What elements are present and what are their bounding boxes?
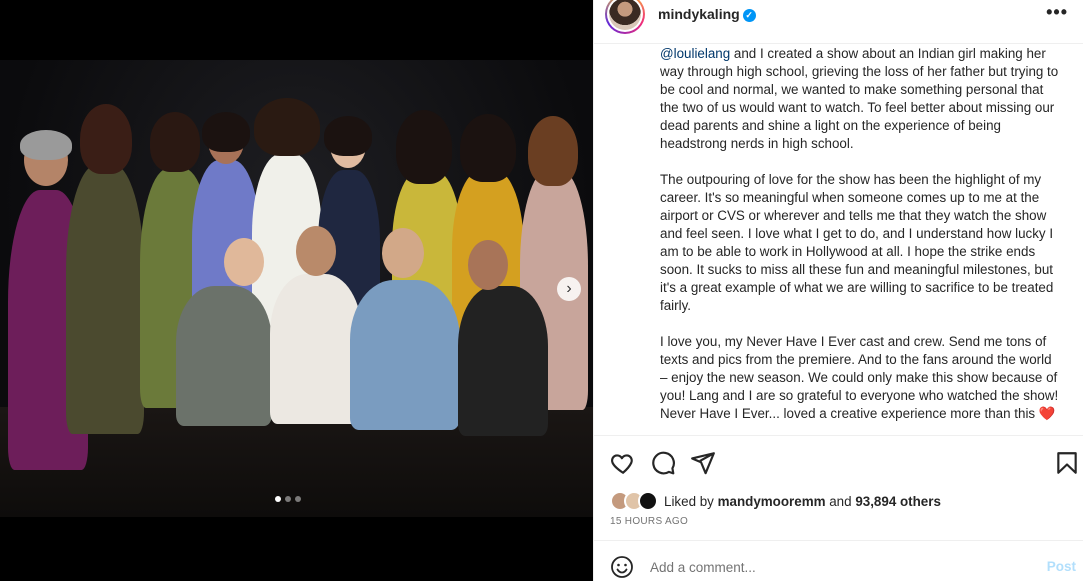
caption-text: and I created a show about an Indian gir…	[660, 46, 1059, 151]
chevron-right-icon: ›	[566, 280, 572, 297]
liker-username-link[interactable]: mandymooremm	[718, 494, 826, 509]
carousel-indicator	[275, 496, 301, 502]
likes-conjunction: and	[825, 493, 856, 509]
more-icon[interactable]: •••	[1046, 2, 1068, 23]
post-caption: @loulielang and I created a show about a…	[660, 45, 1060, 435]
caption-paragraph: The outpouring of love for the show has …	[660, 172, 1054, 313]
post-photo[interactable]	[0, 60, 593, 517]
likes-text: Liked by mandymooremm and 93,894 others	[664, 494, 941, 509]
post-header: mindykaling ✓ •••	[594, 0, 1083, 44]
carousel-dot	[285, 496, 291, 502]
likes-prefix: Liked by	[664, 493, 718, 509]
share-icon[interactable]	[690, 450, 716, 476]
post-timestamp[interactable]: 15 HOURS AGO	[610, 516, 688, 527]
comment-bar: Post	[594, 540, 1083, 581]
author-username[interactable]: mindykaling ✓	[658, 6, 756, 22]
likes-count-link[interactable]: 93,894 others	[855, 494, 941, 509]
liker-avatar[interactable]	[638, 491, 658, 511]
carousel-next-button[interactable]: ›	[557, 277, 581, 301]
bookmark-icon[interactable]	[1054, 450, 1080, 476]
caption-paragraph: @loulielang and I created a show about a…	[660, 45, 1060, 153]
carousel-dot	[275, 496, 281, 502]
caption-paragraph: I love you, my Never Have I Ever cast an…	[660, 333, 1060, 423]
heart-icon[interactable]	[610, 450, 636, 476]
heart-emoji: ❤️	[1038, 406, 1056, 421]
post-media: ›	[0, 0, 593, 581]
caption-text: I love you, my Never Have I Ever cast an…	[660, 334, 1059, 421]
carousel-dot	[295, 496, 301, 502]
emoji-icon[interactable]	[610, 555, 634, 579]
likes-summary: Liked by mandymooremm and 93,894 others	[610, 490, 941, 512]
post-side-panel: mindykaling ✓ ••• @loulielang and I creat…	[593, 0, 1083, 581]
mention-link[interactable]: @loulielang	[660, 46, 730, 61]
comment-icon[interactable]	[650, 450, 676, 476]
verified-icon: ✓	[742, 9, 756, 22]
post-actions	[594, 435, 1083, 487]
comment-input[interactable]	[650, 555, 1030, 579]
avatar[interactable]	[605, 0, 645, 34]
username-link[interactable]: mindykaling	[658, 6, 740, 22]
post-comment-button[interactable]: Post	[1047, 559, 1076, 574]
